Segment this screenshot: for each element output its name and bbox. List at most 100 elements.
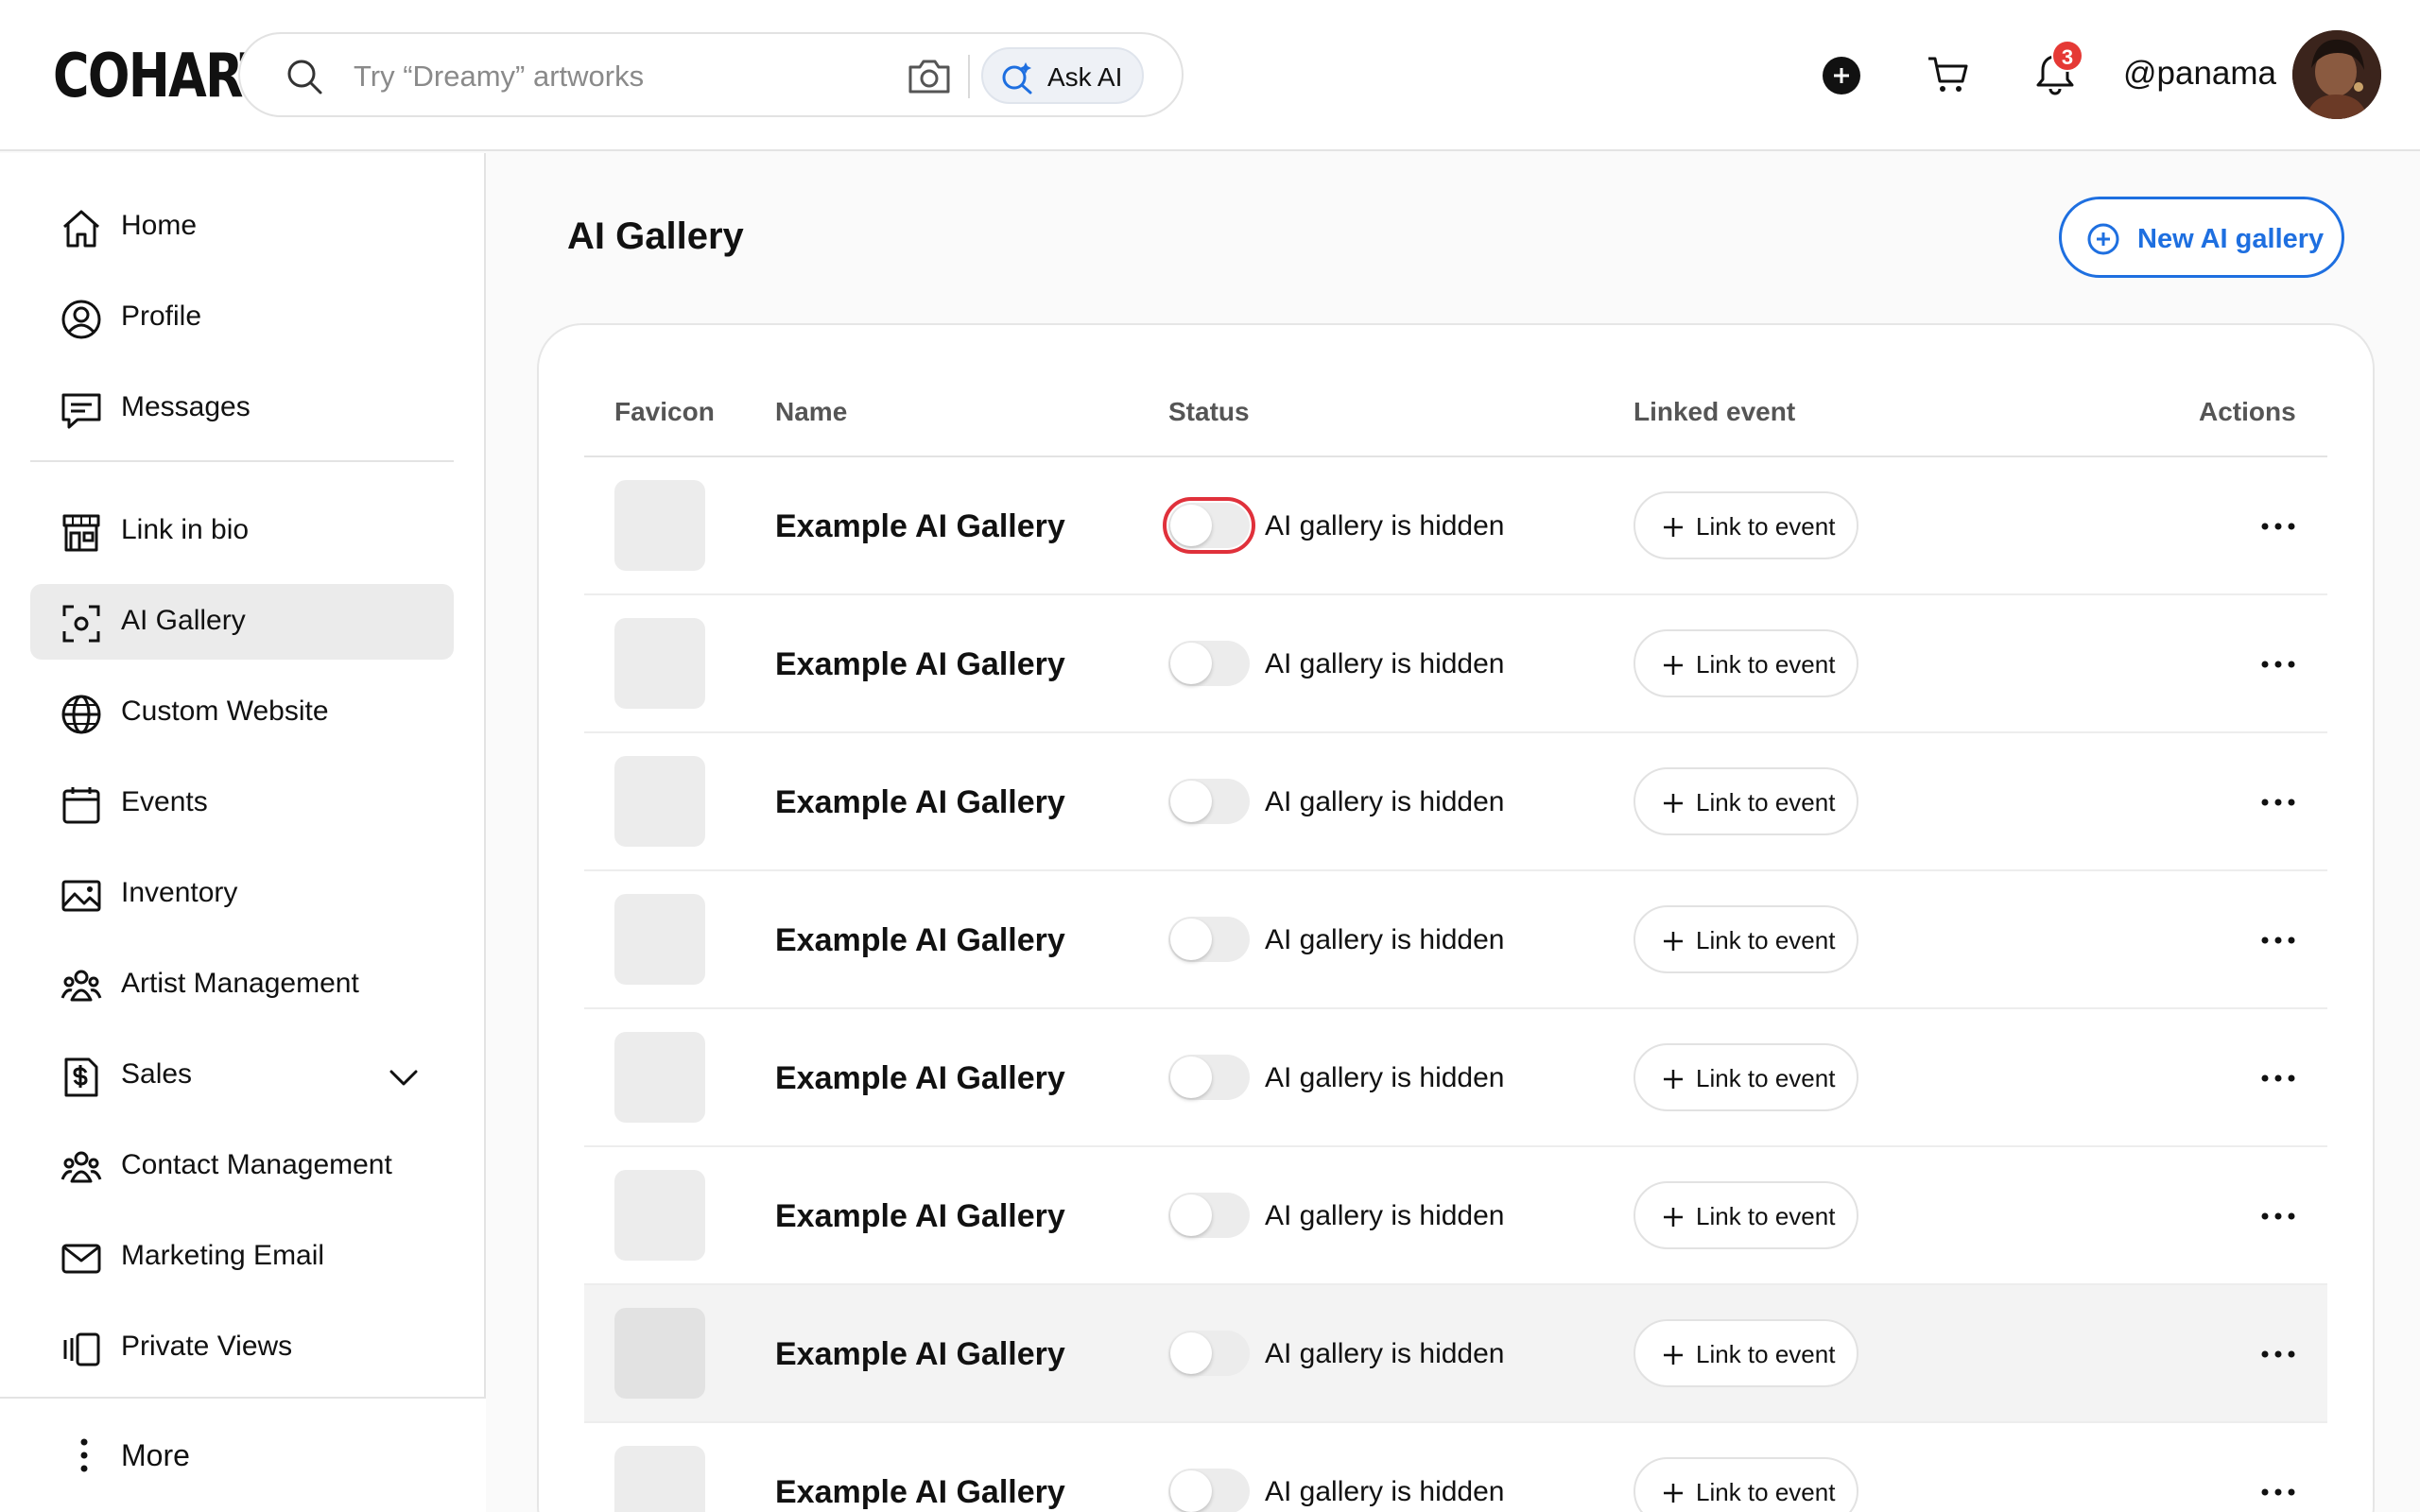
sidebar-item-label: Sales <box>121 1058 193 1090</box>
link-to-event-label: Link to event <box>1696 926 1836 954</box>
sidebar-item-label: Artist Management <box>121 968 359 999</box>
sidebar-item-label: Link in bio <box>121 514 250 545</box>
gallery-name: Example AI Gallery <box>775 1198 1065 1234</box>
favicon-placeholder <box>614 618 705 709</box>
visibility-toggle[interactable] <box>1168 1331 1250 1376</box>
visibility-toggle[interactable] <box>1168 917 1250 962</box>
toggle-knob <box>1170 1057 1212 1098</box>
favicon-placeholder <box>614 480 705 571</box>
avatar[interactable] <box>2292 30 2381 119</box>
status-text: AI gallery is hidden <box>1265 1062 1505 1093</box>
link-to-event-button[interactable]: Link to event <box>1634 1457 1858 1512</box>
link-to-event-button[interactable]: Link to event <box>1634 1043 1858 1111</box>
chevron-down-icon[interactable] <box>388 1062 420 1094</box>
visibility-toggle[interactable] <box>1168 1469 1250 1512</box>
sidebar-divider <box>30 460 454 462</box>
link-to-event-button[interactable]: Link to event <box>1634 629 1858 697</box>
link-to-event-label: Link to event <box>1696 650 1836 679</box>
favicon-placeholder <box>614 894 705 985</box>
messages-icon <box>61 393 101 429</box>
sidebar-item-contact-management[interactable]: Contact Management <box>30 1128 454 1204</box>
table-row[interactable]: Example AI Gallery AI gallery is hidden … <box>584 1009 2327 1147</box>
visibility-toggle[interactable] <box>1168 779 1250 824</box>
toggle-knob <box>1170 505 1212 546</box>
notification-badge: 3 <box>2051 40 2083 72</box>
gallery-name: Example AI Gallery <box>775 1474 1065 1510</box>
favicon-placeholder <box>614 1308 705 1399</box>
column-header-actions: Actions <box>2199 397 2296 426</box>
add-icon[interactable] <box>1823 57 1860 94</box>
search-divider <box>968 55 970 98</box>
sidebar-item-profile[interactable]: Profile <box>30 280 454 355</box>
link-to-event-button[interactable]: Link to event <box>1634 491 1858 559</box>
more-horizontal-icon[interactable] <box>2256 512 2301 541</box>
link-to-event-button[interactable]: Link to event <box>1634 905 1858 973</box>
link-to-event-label: Link to event <box>1696 1478 1836 1506</box>
sidebar-item-label: Contact Management <box>121 1149 392 1180</box>
sidebar-item-sales[interactable]: Sales <box>30 1038 454 1113</box>
more-horizontal-icon[interactable] <box>2256 788 2301 816</box>
sidebar-item-label: Events <box>121 786 208 817</box>
sidebar-item-label: Private Views <box>121 1331 293 1362</box>
more-horizontal-icon[interactable] <box>2256 926 2301 954</box>
page-title: AI Gallery <box>567 215 744 257</box>
search-bar: Ask AI <box>238 32 1184 117</box>
visibility-toggle[interactable] <box>1168 1055 1250 1100</box>
sidebar-item-marketing-email[interactable]: Marketing Email <box>30 1219 454 1295</box>
status-text: AI gallery is hidden <box>1265 648 1505 679</box>
gallery-name: Example AI Gallery <box>775 784 1065 820</box>
link-to-event-label: Link to event <box>1696 1340 1836 1368</box>
column-header-favicon: Favicon <box>614 397 715 426</box>
cart-icon[interactable] <box>1927 53 1970 96</box>
sidebar-item-custom-website[interactable]: Custom Website <box>30 675 454 750</box>
plus-circle-icon <box>2087 223 2119 255</box>
carousel-icon <box>63 1332 100 1366</box>
visibility-toggle[interactable] <box>1163 497 1255 554</box>
ask-ai-label: Ask AI <box>1047 62 1123 92</box>
status-text: AI gallery is hidden <box>1265 1338 1505 1369</box>
table-row[interactable]: Example AI Gallery AI gallery is hidden … <box>584 1147 2327 1285</box>
link-to-event-label: Link to event <box>1696 1202 1836 1230</box>
more-horizontal-icon[interactable] <box>2256 1202 2301 1230</box>
ask-ai-button[interactable]: Ask AI <box>981 47 1144 104</box>
sidebar-item-home[interactable]: Home <box>30 189 454 265</box>
table-row[interactable]: Example AI Gallery AI gallery is hidden … <box>584 595 2327 733</box>
sidebar-item-inventory[interactable]: Inventory <box>30 856 454 932</box>
sidebar-item-artist-management[interactable]: Artist Management <box>30 947 454 1022</box>
table-row[interactable]: Example AI Gallery AI gallery is hidden … <box>584 457 2327 595</box>
table-row[interactable]: Example AI Gallery AI gallery is hidden … <box>584 871 2327 1009</box>
more-horizontal-icon[interactable] <box>2256 1064 2301 1092</box>
sidebar-item-events[interactable]: Events <box>30 765 454 841</box>
status-text: AI gallery is hidden <box>1265 510 1505 541</box>
sidebar-item-messages[interactable]: Messages <box>30 370 454 446</box>
sidebar-more[interactable]: More <box>0 1397 486 1512</box>
table-row[interactable]: Example AI Gallery AI gallery is hidden … <box>584 1285 2327 1423</box>
avatar-portrait-icon <box>2292 30 2381 119</box>
column-header-linked-event: Linked event <box>1634 397 1796 426</box>
camera-icon[interactable] <box>907 56 952 97</box>
sidebar-item-private-views[interactable]: Private Views <box>30 1310 454 1385</box>
more-horizontal-icon[interactable] <box>2256 1478 2301 1506</box>
table-row[interactable]: Example AI Gallery AI gallery is hidden … <box>584 1423 2327 1512</box>
link-to-event-button[interactable]: Link to event <box>1634 1181 1858 1249</box>
gallery-name: Example AI Gallery <box>775 1060 1065 1096</box>
toggle-knob <box>1170 1470 1212 1512</box>
favicon-placeholder <box>614 756 705 847</box>
table-row[interactable]: Example AI Gallery AI gallery is hidden … <box>584 733 2327 871</box>
link-to-event-button[interactable]: Link to event <box>1634 767 1858 835</box>
plus-icon <box>1664 932 1683 951</box>
sidebar-item-link-in-bio[interactable]: Link in bio <box>30 493 454 569</box>
more-horizontal-icon[interactable] <box>2256 650 2301 679</box>
new-ai-gallery-button[interactable]: New AI gallery <box>2059 197 2344 278</box>
plus-icon <box>1664 1484 1683 1503</box>
visibility-toggle[interactable] <box>1168 1193 1250 1238</box>
favicon-placeholder <box>614 1446 705 1512</box>
visibility-toggle[interactable] <box>1168 641 1250 686</box>
sidebar-item-ai-gallery[interactable]: AI Gallery <box>30 584 454 660</box>
plus-icon <box>1664 1208 1683 1227</box>
sparkle-search-icon <box>1002 62 1032 94</box>
more-horizontal-icon[interactable] <box>2256 1340 2301 1368</box>
username[interactable]: @panama <box>2123 55 2276 93</box>
link-to-event-button[interactable]: Link to event <box>1634 1319 1858 1387</box>
toggle-knob <box>1170 1332 1212 1374</box>
